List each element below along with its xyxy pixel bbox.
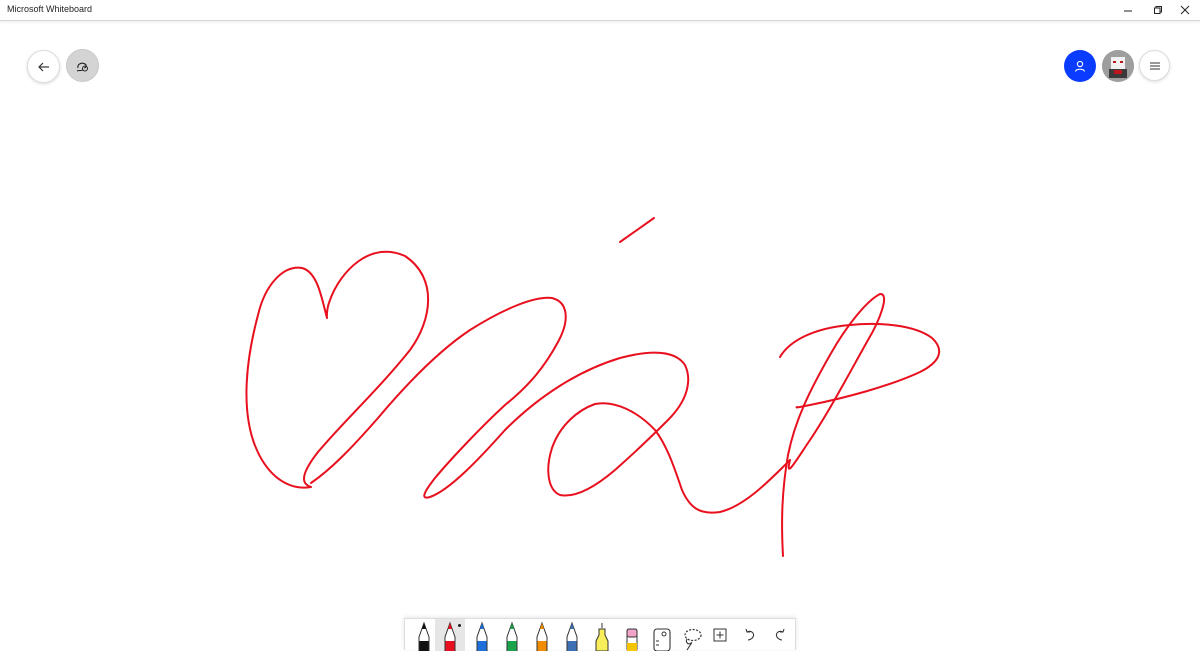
- plus-box-icon-wrap: [705, 619, 735, 651]
- ink-stroke[interactable]: [779, 322, 941, 409]
- add-tool[interactable]: [705, 619, 735, 651]
- pen-icon: [536, 621, 548, 651]
- eraser-icon: [626, 628, 638, 651]
- pen-blue-tool[interactable]: [467, 619, 497, 651]
- redo-tool[interactable]: [765, 619, 795, 651]
- inking-toolbar: [404, 618, 796, 651]
- lasso-tool[interactable]: [677, 619, 707, 651]
- restore-icon: [1154, 6, 1162, 14]
- pen-icon: [444, 621, 456, 651]
- ruler-icon-wrap: [647, 619, 677, 651]
- ink-stroke[interactable]: [245, 250, 429, 489]
- selected-indicator-dot: [458, 624, 461, 627]
- ruler-tool[interactable]: [647, 619, 677, 651]
- undo-tool[interactable]: [735, 619, 765, 651]
- lasso-icon: [684, 628, 702, 651]
- ink-stroke[interactable]: [310, 296, 791, 514]
- highlighter-tool[interactable]: [587, 619, 617, 651]
- ruler-icon: [653, 628, 671, 651]
- highlighter-icon-wrap: [587, 619, 617, 651]
- title-bar: Microsoft Whiteboard: [0, 0, 1200, 21]
- pen-galaxy-tool[interactable]: [557, 619, 587, 651]
- whiteboard-canvas[interactable]: [0, 21, 1200, 650]
- pen-red-tool[interactable]: [435, 619, 465, 651]
- restore-button[interactable]: [1143, 0, 1173, 20]
- close-icon: [1180, 5, 1190, 15]
- lasso-icon-wrap: [677, 619, 707, 651]
- redo-icon: [775, 628, 785, 641]
- pen-icon: [476, 621, 488, 651]
- eraser-tool[interactable]: [617, 619, 647, 651]
- redo-icon-wrap: [765, 619, 795, 651]
- pen-icon: [506, 621, 518, 651]
- pen-green-tool[interactable]: [497, 619, 527, 651]
- ink-stroke[interactable]: [619, 217, 655, 243]
- pen-icon: [566, 621, 578, 651]
- highlighter-icon: [595, 623, 609, 651]
- minimize-icon: [1124, 10, 1132, 12]
- plus-box-icon: [713, 628, 727, 642]
- minimize-button[interactable]: [1113, 0, 1143, 20]
- eraser-icon-wrap: [617, 619, 647, 651]
- ink-stroke[interactable]: [781, 293, 886, 557]
- undo-icon: [745, 628, 755, 641]
- close-button[interactable]: [1170, 0, 1200, 20]
- app-title: Microsoft Whiteboard: [7, 4, 93, 14]
- undo-icon-wrap: [735, 619, 765, 651]
- pen-icon: [418, 621, 430, 651]
- pen-rainbow-tool[interactable]: [527, 619, 557, 651]
